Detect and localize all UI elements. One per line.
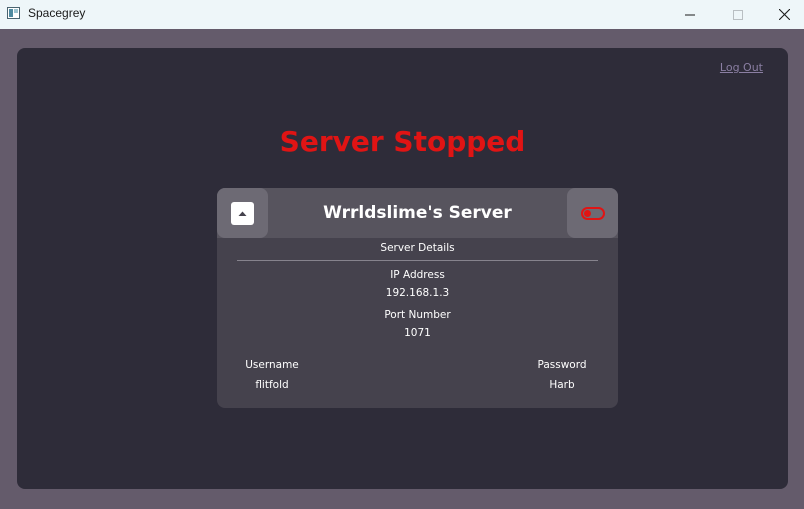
maximize-button[interactable] (715, 0, 761, 29)
collapse-button[interactable] (217, 188, 268, 238)
window-titlebar: Spacegrey (0, 0, 804, 29)
username-value: flitfold (255, 379, 289, 391)
port-number-value: 1071 (404, 327, 431, 339)
close-button[interactable] (761, 0, 804, 29)
server-card-header: Wrrldslime's Server (217, 188, 618, 238)
server-details-title: Server Details (380, 242, 455, 254)
ip-address-value: 192.168.1.3 (385, 287, 450, 299)
password-value: Harb (549, 379, 575, 391)
ip-address-label: IP Address (390, 269, 445, 281)
toggle-icon (580, 206, 605, 220)
chevron-up-icon (238, 211, 247, 216)
server-status-heading: Server Stopped (279, 125, 526, 158)
server-card: Wrrldslime's Server Server Details IP Ad… (217, 188, 618, 408)
power-toggle-button[interactable] (567, 188, 618, 238)
maximize-icon (733, 9, 743, 20)
port-number-label: Port Number (384, 309, 451, 321)
window-title: Spacegrey (28, 6, 86, 20)
username-label: Username (245, 359, 299, 371)
app-icon (7, 7, 20, 19)
logout-link[interactable]: Log Out (720, 61, 763, 74)
toggle-knob (583, 209, 591, 217)
close-icon (778, 9, 790, 20)
server-name: Wrrldslime's Server (323, 203, 512, 223)
minimize-button[interactable] (667, 0, 713, 29)
details-divider (237, 260, 598, 261)
collapse-icon-box (231, 201, 254, 225)
minimize-icon (685, 14, 695, 15)
main-panel: Log Out Server Stopped Wrrldslime's Serv… (17, 48, 788, 489)
password-label: Password (537, 359, 587, 371)
